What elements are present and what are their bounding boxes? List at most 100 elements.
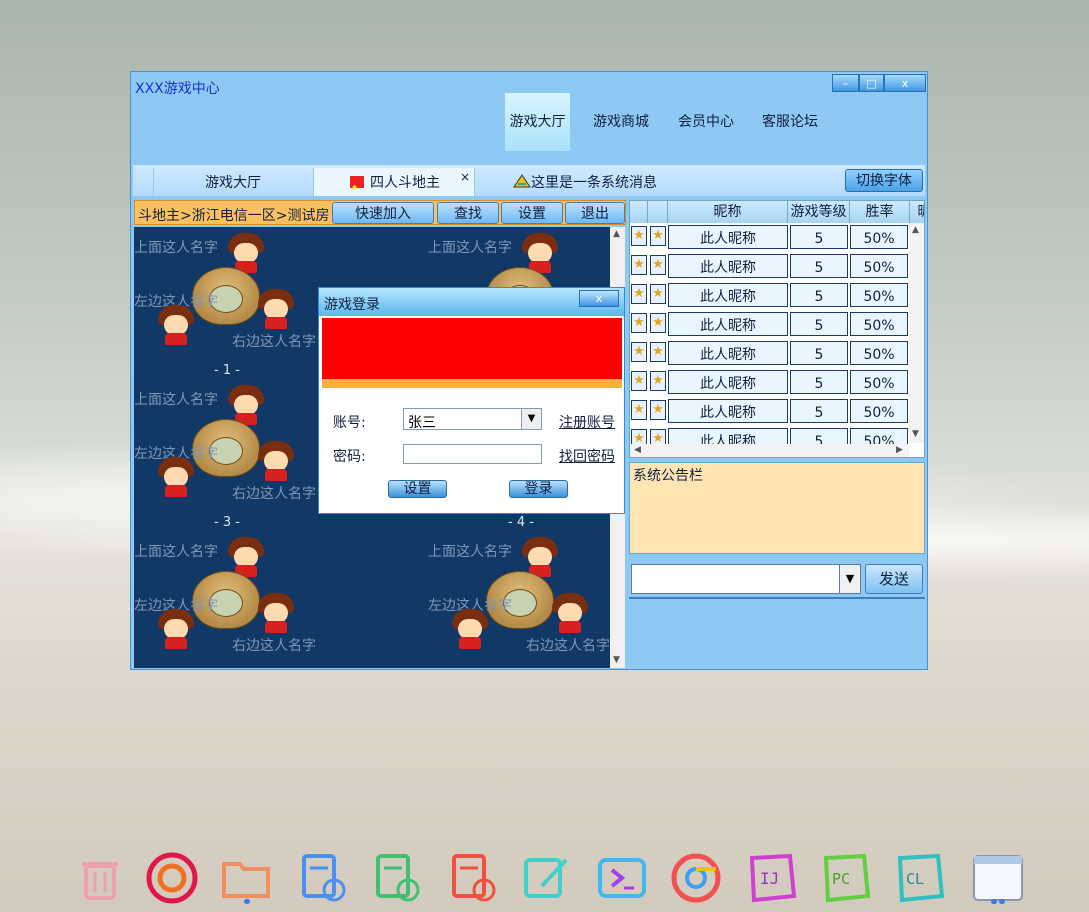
game-table[interactable]: 上面这人名字 左边这人名字 右边这人名字 - 1 - [134,227,316,378]
player-winrate: 50% [850,312,908,336]
table-row[interactable]: ★ ★ 此人昵称 5 50% [630,223,909,252]
player-level: 5 [790,428,848,444]
chevron-down-icon[interactable]: ▼ [521,409,541,429]
nav-member-center[interactable]: 会员中心 [673,93,739,151]
chevron-down-icon[interactable]: ▼ [839,565,860,593]
chrome-icon[interactable] [670,852,722,904]
player-nickname: 此人昵称 [668,370,788,394]
recover-password-link[interactable]: 找回密码 [559,446,615,466]
player-list-horizontal-scrollbar[interactable]: ◀ ▶ [630,444,909,457]
star-icon: ★ [631,429,647,444]
player-avatar[interactable] [156,609,196,649]
star-icon: ★ [650,226,666,246]
text-editor-icon[interactable] [520,852,572,904]
minimize-button[interactable]: – [832,74,859,92]
terminal-icon[interactable] [596,852,648,904]
trash-icon[interactable] [74,852,126,904]
player-avatar[interactable] [450,609,490,649]
close-button[interactable]: x [884,74,926,92]
player-avatar[interactable] [156,457,196,497]
scroll-up-icon[interactable]: ▲ [912,225,919,235]
breadcrumb: 斗地主>浙江电信一区>测试房 [138,208,330,224]
send-button[interactable]: 发送 [865,564,923,594]
scroll-left-icon[interactable]: ◀ [634,445,641,455]
star-icon: ★ [631,226,647,246]
table-row[interactable]: ★ ★ 此人昵称 5 50% [630,397,909,426]
player-list-vertical-scrollbar[interactable]: ▲ ▼ [909,223,924,443]
table-row[interactable]: ★ ★ 此人昵称 5 50% [630,339,909,368]
column-header-winrate[interactable]: 胜率 [850,201,910,223]
table-number: - 1 - [214,363,240,378]
player-top-name: 上面这人名字 [134,544,218,560]
tab-spacer [133,168,154,196]
scroll-down-icon[interactable]: ▼ [912,429,919,439]
column-header-level[interactable]: 游戏等级 [788,201,850,223]
scroll-up-icon[interactable]: ▲ [613,229,620,239]
player-top-name: 上面这人名字 [428,240,512,256]
player-avatar[interactable] [256,441,296,481]
pycharm-icon[interactable]: PC [820,852,872,904]
running-indicator [999,899,1005,904]
system-notice-panel: 系统公告栏 [629,462,925,554]
tab-close-icon[interactable]: × [460,162,470,192]
table-row[interactable]: ★ ★ 此人昵称 5 50% [630,252,909,281]
message-icon [513,174,531,188]
tab-four-player-landlord[interactable]: 四人斗地主 × [313,168,475,203]
room-toolbar: 斗地主>浙江电信一区>测试房 快速加入 查找 设置 退出 [134,200,626,225]
nav-game-hall[interactable]: 游戏大厅 [505,93,570,151]
chat-input[interactable]: ▼ [631,564,861,594]
player-avatar[interactable] [256,289,296,329]
player-avatar[interactable] [156,305,196,345]
login-settings-button[interactable]: 设置 [388,480,447,498]
table-row[interactable]: ★ ★ 此人昵称 5 50% [630,310,909,339]
window-icon[interactable] [972,852,1024,904]
writer-icon[interactable] [296,852,348,904]
table-row[interactable]: ★ ★ 此人昵称 5 50% [630,426,909,444]
register-link[interactable]: 注册账号 [559,412,615,432]
table-row[interactable]: ★ ★ 此人昵称 5 50% [630,281,909,310]
tab-game-hall[interactable]: 游戏大厅 [205,168,261,196]
dialog-close-button[interactable]: x [579,290,619,307]
svg-text:CL: CL [906,870,924,888]
game-table[interactable]: 上面这人名字 左边这人名字 右边这人名字 - 3 - [134,379,316,530]
presentation-icon[interactable] [446,852,498,904]
star-icon: ★ [650,313,666,333]
spreadsheet-icon[interactable] [370,852,422,904]
account-combobox[interactable]: 张三 ▼ [403,408,542,431]
player-top-name: 上面这人名字 [428,544,512,560]
star-icon: ★ [650,342,666,362]
settings-button[interactable]: 设置 [501,202,563,224]
nav-game-store[interactable]: 游戏商城 [588,93,654,151]
dialog-title: 游戏登录 [324,297,380,313]
running-indicator [244,899,250,904]
column-header-nickname[interactable]: 昵称 [668,201,788,223]
player-avatar[interactable] [550,593,590,633]
column-header-nickname-2[interactable]: 昵 [910,201,924,223]
clion-icon[interactable]: CL [894,852,946,904]
table-number: - 4 - [508,515,534,530]
switch-font-button[interactable]: 切换字体 [845,169,923,192]
password-field[interactable] [403,444,542,464]
star-icon: ★ [631,284,647,304]
game-table[interactable]: 上面这人名字 左边这人名字 右边这人名字 [134,531,316,668]
maximize-button[interactable]: □ [859,74,884,92]
player-winrate: 50% [850,283,908,307]
nav-support-forum[interactable]: 客服论坛 [757,93,823,151]
star-icon: ★ [631,313,647,333]
table-row[interactable]: ★ ★ 此人昵称 5 50% [630,368,909,397]
intellij-icon[interactable]: IJ [746,852,798,904]
scroll-down-icon[interactable]: ▼ [613,655,620,665]
game-table[interactable]: 上面这人名字 左边这人名字 右边这人名字 [428,531,610,668]
svg-text:PC: PC [832,870,850,888]
login-button[interactable]: 登录 [509,480,568,498]
find-button[interactable]: 查找 [437,202,499,224]
exit-button[interactable]: 退出 [565,202,625,224]
firefox-icon[interactable] [146,852,198,904]
player-level: 5 [790,370,848,394]
player-winrate: 50% [850,370,908,394]
scroll-right-icon[interactable]: ▶ [896,445,903,455]
player-level: 5 [790,225,848,249]
quick-join-button[interactable]: 快速加入 [332,202,434,224]
player-avatar[interactable] [256,593,296,633]
folder-icon[interactable] [220,852,272,904]
